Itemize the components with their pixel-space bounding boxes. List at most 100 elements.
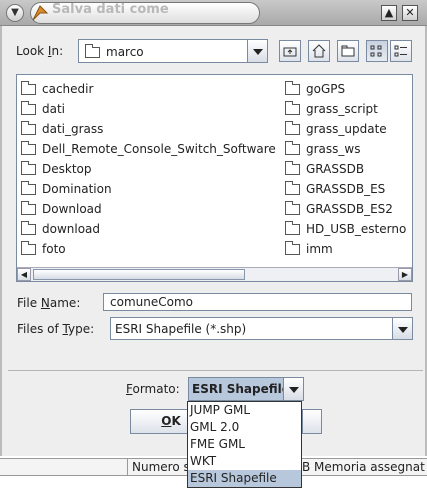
- look-in-label: Look In:: [16, 44, 64, 58]
- scroll-left-button[interactable]: ◀: [17, 268, 31, 281]
- window-title: Salva dati come: [52, 2, 169, 17]
- file-list-item-label: GRASSDB_ES: [306, 182, 386, 196]
- file-list-item-label: dati_grass: [42, 122, 104, 136]
- file-name-input[interactable]: comuneComo: [103, 293, 412, 311]
- file-list-item-label: GRASSDB: [306, 162, 365, 176]
- formato-value: ESRI Shapefile: [192, 382, 290, 396]
- file-list-item[interactable]: Dell_Remote_Console_Switch_Software: [21, 139, 276, 159]
- look-in-value: marco: [106, 45, 144, 59]
- file-list-item-label: cachedir: [42, 82, 94, 96]
- up-folder-button[interactable]: [279, 40, 301, 62]
- file-list-item-label: Desktop: [42, 162, 92, 176]
- formato-label: Formato:: [126, 382, 180, 396]
- file-list-item[interactable]: grass_update: [285, 119, 406, 139]
- file-name-label: File Name:: [17, 296, 81, 310]
- folder-icon: [21, 81, 36, 95]
- file-list-item[interactable]: download: [21, 219, 276, 239]
- window-menu-button[interactable]: ▼: [6, 4, 24, 22]
- status-cell-memoria: B Memoria assegnat: [302, 460, 425, 474]
- file-list-item-label: grass_ws: [306, 142, 361, 156]
- file-list-item[interactable]: foto: [21, 239, 276, 259]
- formato-combo[interactable]: ESRI Shapefile: [188, 377, 304, 401]
- file-list-item[interactable]: GRASSDB: [285, 159, 406, 179]
- file-list[interactable]: cachedir dati dati_grass Dell_Remote_Consol…: [16, 74, 413, 282]
- file-list-item-label: grass_script: [306, 102, 378, 116]
- file-list-item[interactable]: Download: [21, 199, 276, 219]
- file-list-item-label: Dell_Remote_Console_Switch_Software: [42, 142, 276, 156]
- look-in-combo[interactable]: marco: [78, 39, 268, 63]
- file-list-item[interactable]: HD_USB_esterno: [285, 219, 406, 239]
- file-list-item-label: imm: [306, 242, 333, 256]
- file-list-item[interactable]: Domination: [21, 179, 276, 199]
- horizontal-scrollbar[interactable]: ◀ ▶: [17, 267, 412, 281]
- file-list-item-label: HD_USB_esterno: [306, 222, 407, 236]
- file-list-item-label: grass_update: [306, 122, 387, 136]
- folder-icon: [21, 181, 36, 195]
- folder-icon: [285, 201, 300, 215]
- new-folder-icon: [341, 45, 355, 57]
- file-list-item[interactable]: grass_ws: [285, 139, 406, 159]
- folder-icon: [285, 241, 300, 255]
- file-list-item[interactable]: grass_script: [285, 99, 406, 119]
- file-list-item-label: goGPS: [306, 82, 346, 96]
- title-bar: ▼ Salva dati come ▲ ✕: [0, 0, 427, 26]
- file-list-item[interactable]: GRASSDB_ES: [285, 179, 406, 199]
- file-type-label: Files of Type:: [17, 322, 95, 336]
- details-view-button[interactable]: [390, 40, 412, 62]
- file-list-item-label: download: [42, 222, 101, 236]
- file-type-value: ESRI Shapefile (*.shp): [115, 322, 247, 336]
- folder-icon: [285, 101, 300, 115]
- file-type-combo[interactable]: ESRI Shapefile (*.shp): [110, 317, 413, 340]
- formato-option[interactable]: ESRI Shapefile: [188, 470, 301, 487]
- save-dialog: Look In: marco cachedir dati dati_grass Del…: [0, 26, 427, 456]
- file-list-item-label: GRASSDB_ES2: [306, 202, 393, 216]
- formato-option[interactable]: FME GML: [188, 436, 301, 453]
- list-view-icon: [370, 45, 382, 57]
- folder-icon: [285, 161, 300, 175]
- file-list-item-label: dati: [42, 102, 66, 116]
- file-list-item[interactable]: cachedir: [21, 79, 276, 99]
- maximize-button[interactable]: ▲: [381, 5, 397, 21]
- home-icon: [312, 44, 326, 58]
- cancel-button[interactable]: [302, 409, 322, 434]
- formato-option[interactable]: GML 2.0: [188, 419, 301, 436]
- folder-icon: [285, 81, 300, 95]
- up-folder-icon: [283, 47, 297, 57]
- scroll-right-button[interactable]: ▶: [398, 268, 412, 281]
- new-folder-button[interactable]: [337, 40, 359, 62]
- folder-icon: [285, 141, 300, 155]
- folder-icon: [285, 181, 300, 195]
- chevron-down-icon[interactable]: [283, 378, 303, 400]
- folder-icon: [21, 141, 36, 155]
- close-button[interactable]: ✕: [402, 5, 418, 21]
- home-button[interactable]: [308, 40, 330, 62]
- folder-icon: [85, 44, 100, 58]
- divider: [8, 370, 423, 371]
- list-view-button[interactable]: [366, 40, 388, 62]
- folder-icon: [21, 221, 36, 235]
- scrollbar-thumb[interactable]: [33, 269, 245, 280]
- file-list-item[interactable]: GRASSDB_ES2: [285, 199, 406, 219]
- folder-icon: [285, 121, 300, 135]
- folder-icon: [21, 121, 36, 135]
- app-logo-icon: [32, 5, 49, 21]
- chevron-down-icon[interactable]: [247, 40, 267, 62]
- file-list-item-label: foto: [42, 242, 66, 256]
- formato-option[interactable]: WKT: [188, 453, 301, 470]
- formato-dropdown[interactable]: JUMP GML GML 2.0 FME GML WKT ESRI Shapefile: [187, 401, 302, 488]
- file-list-item[interactable]: dati: [21, 99, 276, 119]
- file-list-item[interactable]: Desktop: [21, 159, 276, 179]
- folder-icon: [21, 161, 36, 175]
- file-list-item-label: Download: [42, 202, 102, 216]
- chevron-down-icon[interactable]: [392, 318, 412, 339]
- folder-icon: [21, 101, 36, 115]
- details-view-icon: [394, 45, 407, 57]
- folder-icon: [285, 221, 300, 235]
- folder-icon: [21, 201, 36, 215]
- file-list-item[interactable]: dati_grass: [21, 119, 276, 139]
- file-list-item-label: Domination: [42, 182, 112, 196]
- file-list-item[interactable]: goGPS: [285, 79, 406, 99]
- file-list-item[interactable]: imm: [285, 239, 406, 259]
- status-cell-empty: [0, 459, 128, 475]
- formato-option[interactable]: JUMP GML: [188, 402, 301, 419]
